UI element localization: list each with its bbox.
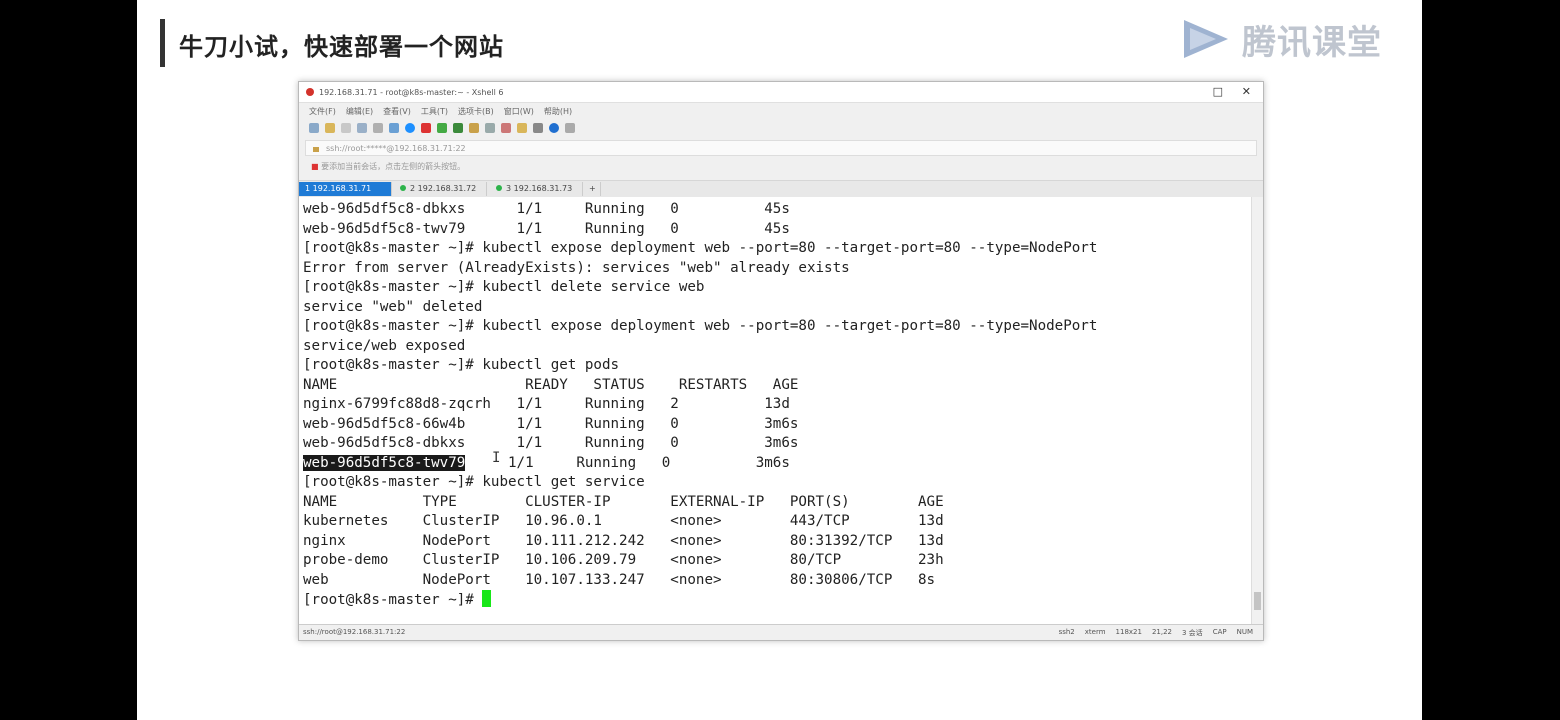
lock-icon (313, 147, 319, 152)
status-item: NUM (1236, 628, 1253, 636)
menu-item[interactable]: 文件(F) (309, 106, 336, 117)
output-block-after: [root@k8s-master ~]# kubectl get service… (303, 473, 1097, 590)
terminal-line: Error from server (AlreadyExists): servi… (303, 259, 850, 276)
terminal-line: [root@k8s-master ~]# kubectl expose depl… (303, 240, 1098, 256)
menu-item[interactable]: 帮助(H) (544, 106, 572, 117)
address-text: ssh://root:*****@192.168.31.71:22 (326, 144, 466, 153)
title-accent-bar (160, 19, 165, 67)
notice-text: 要添加当前会话，点击左侧的箭头按钮。 (321, 162, 466, 171)
xshell-window: 192.168.31.71 - root@k8s-master:~ - Xshe… (298, 81, 1264, 641)
slide-title: 牛刀小试，快速部署一个网站 (179, 33, 504, 61)
tab-session-2[interactable]: 2 192.168.31.72 (394, 182, 487, 196)
slide: 牛刀小试，快速部署一个网站 腾讯课堂 192.168.31.71 - root@… (137, 0, 1422, 720)
terminal-line: [root@k8s-master ~]# kubectl get service (303, 474, 645, 490)
tab-options-icon[interactable] (533, 123, 543, 133)
copy-icon[interactable] (357, 123, 367, 133)
shell-prompt: [root@k8s-master ~]# (303, 592, 483, 608)
terminal-line: [root@k8s-master ~]# kubectl expose depl… (303, 318, 1098, 334)
close-button[interactable]: ✕ (1242, 85, 1251, 98)
fullscreen-icon[interactable] (453, 123, 463, 133)
add-tab-button[interactable]: + (585, 182, 601, 196)
terminal-line: nginx NodePort 10.111.212.242 <none> 80:… (303, 532, 944, 549)
menu-item[interactable]: 编辑(E) (346, 106, 373, 117)
prompt-line: [root@k8s-master ~]# (303, 590, 1097, 611)
session-tab-bar: 1 192.168.31.71 2 192.168.31.72 3 192.16… (299, 180, 1263, 198)
terminal-line: service "web" deleted (303, 298, 483, 315)
font-icon[interactable] (389, 123, 399, 133)
status-item: ssh2 (1058, 628, 1075, 636)
selected-text: web-96d5df5c8-twv79 (303, 454, 466, 471)
ibeam-cursor-icon: I (492, 450, 501, 466)
terminal-line: nginx-6799fc88d8-zqcrh 1/1 Running 2 13d (303, 396, 790, 412)
tab-session-3[interactable]: 3 192.168.31.73 (490, 182, 583, 196)
transfer-icon[interactable] (421, 123, 431, 133)
terminal-line: NAME TYPE CLUSTER-IP EXTERNAL-IP PORT(S)… (303, 493, 944, 510)
window-title: 192.168.31.71 - root@k8s-master:~ - Xshe… (319, 88, 504, 97)
reconnect-icon[interactable] (341, 123, 351, 133)
terminal-line: web-96d5df5c8-66w4b 1/1 Running 0 3m6s (303, 415, 799, 432)
tab-label: 1 192.168.31.71 (305, 184, 372, 193)
scroll-thumb[interactable] (1254, 592, 1261, 610)
terminal[interactable]: web-96d5df5c8-dbkxs 1/1 Running 0 45s web… (299, 197, 1251, 624)
connected-dot-icon (400, 185, 406, 191)
status-item: 118x21 (1115, 628, 1142, 636)
toolbar (309, 123, 575, 133)
maximize-button[interactable]: □ (1213, 85, 1223, 98)
line-rest: 1/1 Running 0 3m6s (465, 454, 790, 471)
terminal-line: web-96d5df5c8-twv79 1/1 Running 0 45s (303, 220, 790, 237)
terminal-line: web-96d5df5c8-dbkxs 1/1 Running 0 45s (303, 201, 790, 217)
script-icon[interactable] (501, 123, 511, 133)
new-session-icon[interactable] (309, 123, 319, 133)
globe-icon[interactable] (405, 123, 415, 133)
terminal-line: [root@k8s-master ~]# kubectl delete serv… (303, 279, 705, 295)
status-item: xterm (1084, 628, 1106, 636)
bookmark-icon: ■ (311, 162, 319, 171)
session-notice: ■ 要添加当前会话，点击左侧的箭头按钮。 (311, 161, 465, 172)
menu-item[interactable]: 窗口(W) (504, 106, 534, 117)
terminal-line: kubernetes ClusterIP 10.96.0.1 <none> 44… (303, 513, 944, 529)
terminal-output: web-96d5df5c8-dbkxs 1/1 Running 0 45s web… (303, 200, 1097, 611)
terminal-line: probe-demo ClusterIP 10.106.209.79 <none… (303, 552, 944, 568)
status-connection: ssh://root@192.168.31.71:22 (303, 628, 406, 636)
menu-item[interactable]: 工具(T) (421, 106, 448, 117)
open-folder-icon[interactable] (325, 123, 335, 133)
window-titlebar[interactable]: 192.168.31.71 - root@k8s-master:~ - Xshe… (299, 82, 1263, 103)
status-item: 21,22 (1151, 628, 1172, 636)
menu-bar: 文件(F) 编辑(E) 查看(V) 工具(T) 选项卡(B) 窗口(W) 帮助(H) (309, 106, 572, 117)
terminal-cursor (482, 590, 492, 607)
terminal-line: service/web exposed (303, 337, 466, 354)
status-item: CAP (1212, 628, 1227, 636)
terminal-line: web NodePort 10.107.133.247 <none> 80:30… (303, 571, 936, 588)
terminal-line: [root@k8s-master ~]# kubectl get pods (303, 357, 620, 373)
terminal-line: web-96d5df5c8-dbkxs 1/1 Running 0 3m6s (303, 435, 799, 451)
terminal-scrollbar[interactable] (1251, 197, 1263, 624)
xftp-icon[interactable] (437, 123, 447, 133)
menu-item[interactable]: 选项卡(B) (458, 106, 494, 117)
xshell-app-icon (306, 88, 314, 96)
play-logo-icon (1184, 20, 1228, 58)
address-bar[interactable]: ssh://root:*****@192.168.31.71:22 (305, 140, 1257, 156)
tencent-classroom-logo: 腾讯课堂 (1176, 14, 1382, 64)
terminal-line-selected: web-96d5df5c8-twv79 1/1 Running 0 3m6s (303, 454, 1097, 474)
status-item: 3 会话 (1182, 629, 1203, 637)
options-icon[interactable] (565, 123, 575, 133)
logo-text: 腾讯课堂 (1242, 22, 1382, 63)
output-block-before: web-96d5df5c8-dbkxs 1/1 Running 0 45s web… (303, 200, 1097, 454)
connected-dot-icon (496, 185, 502, 191)
search-icon[interactable] (373, 123, 383, 133)
tab-label: 2 192.168.31.72 (410, 184, 477, 193)
menu-item[interactable]: 查看(V) (383, 106, 411, 117)
status-indicators: ssh2 xterm 118x21 21,22 3 会话 CAP NUM (1059, 628, 1253, 638)
tab-session-1[interactable]: 1 192.168.31.71 (299, 182, 392, 196)
lock-icon[interactable] (469, 123, 479, 133)
help-icon[interactable] (549, 123, 559, 133)
terminal-line: NAME READY STATUS RESTARTS AGE (303, 376, 799, 393)
keyboard-icon[interactable] (485, 123, 495, 133)
layout-icon[interactable] (517, 123, 527, 133)
status-bar: ssh://root@192.168.31.71:22 ssh2 xterm 118… (299, 624, 1263, 640)
tab-label: 3 192.168.31.73 (506, 184, 573, 193)
